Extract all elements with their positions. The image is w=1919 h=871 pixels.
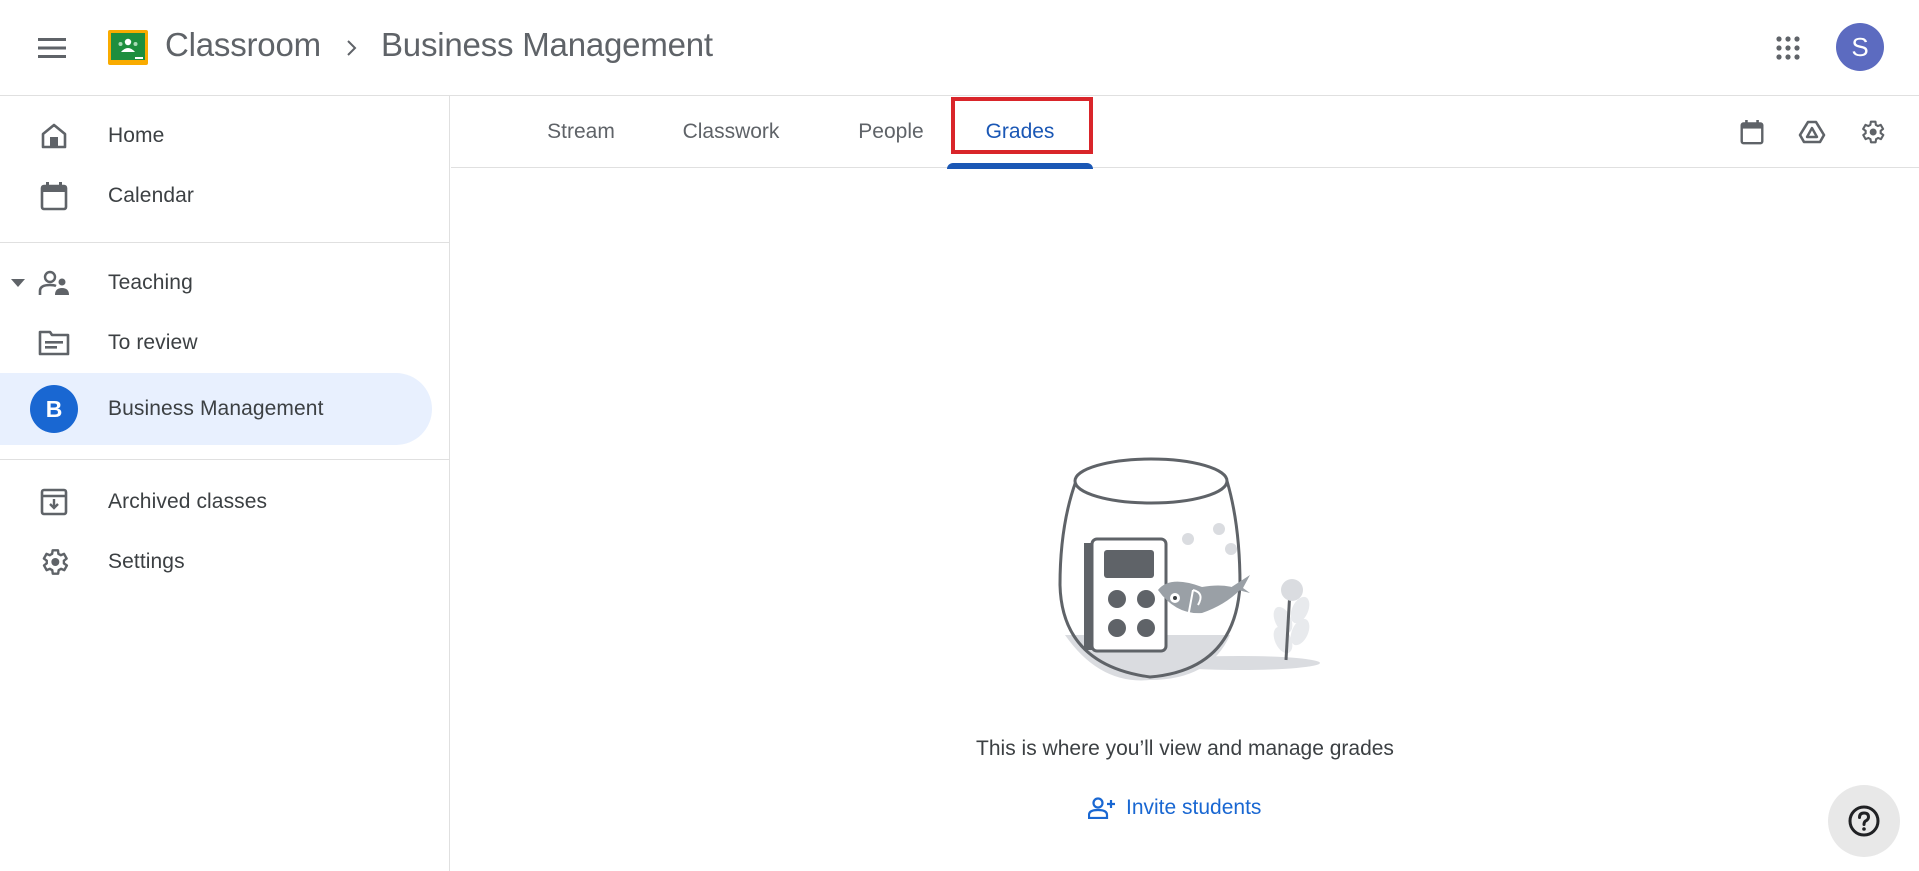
sidebar-item-calendar[interactable]: Calendar [0, 160, 432, 232]
google-drive-button[interactable] [1788, 108, 1836, 156]
active-tab-indicator [947, 163, 1093, 169]
account-initial: S [1851, 31, 1869, 62]
breadcrumb-class-name[interactable]: Business Management [381, 26, 713, 64]
help-button[interactable] [1828, 785, 1900, 857]
expand-caret-icon[interactable] [9, 274, 27, 292]
tab-grades[interactable]: Grades [947, 96, 1093, 169]
app-name[interactable]: Classroom [165, 26, 321, 64]
calendar-button[interactable] [1728, 108, 1776, 156]
help-question-icon [1848, 805, 1880, 837]
tab-label: Stream [547, 120, 615, 143]
sidebar-divider [0, 459, 450, 460]
class-avatar-initial: B [45, 395, 63, 422]
app-header: Classroom Business Management S [0, 0, 1919, 96]
fishbowl-calculator-illustration [1058, 457, 1320, 681]
invite-students-button[interactable]: Invite students [1088, 792, 1261, 824]
chevron-right-icon [340, 30, 364, 66]
google-drive-icon [1798, 120, 1826, 144]
tab-stream[interactable]: Stream [521, 96, 641, 168]
archive-icon [36, 484, 72, 520]
tab-people[interactable]: People [831, 96, 951, 168]
class-settings-gear-icon [1862, 120, 1885, 144]
invite-students-label: Invite students [1126, 796, 1262, 819]
google-apps-grid-icon [1776, 36, 1800, 60]
tab-classwork[interactable]: Classwork [656, 96, 806, 168]
empty-state-message: This is where you’ll view and manage gra… [976, 737, 1394, 760]
sidebar-item-label: Settings [108, 550, 185, 573]
tab-label: Classwork [682, 120, 780, 143]
sidebar-item-label: Home [108, 124, 165, 147]
sidebar-item-to-review[interactable]: To review [0, 307, 432, 379]
sidebar: Home Calendar Teaching To review B Busin… [0, 96, 450, 871]
classroom-logo-icon[interactable] [108, 30, 148, 65]
sidebar-item-business-management[interactable]: B Business Management [0, 373, 432, 445]
sidebar-item-label: Calendar [108, 184, 195, 207]
main-menu-button[interactable] [28, 24, 76, 72]
settings-gear-icon [36, 544, 72, 580]
calendar-icon [1740, 120, 1764, 145]
sidebar-item-label: Archived classes [108, 490, 268, 513]
sidebar-item-label: To review [108, 331, 198, 354]
sidebar-item-settings[interactable]: Settings [0, 526, 432, 598]
account-avatar[interactable]: S [1836, 23, 1884, 71]
sidebar-divider [0, 242, 450, 243]
to-review-folder-icon [36, 325, 72, 361]
home-icon [36, 118, 72, 154]
sidebar-item-label: Teaching [108, 271, 193, 294]
tab-label: People [858, 120, 924, 143]
tab-label: Grades [985, 120, 1055, 143]
class-tab-bar: Stream Classwork People Grades [451, 96, 1919, 169]
class-avatar: B [30, 385, 78, 433]
class-settings-button[interactable] [1848, 108, 1896, 156]
google-apps-button[interactable] [1764, 24, 1812, 72]
sidebar-item-label: Business Management [108, 397, 324, 420]
teaching-people-icon [36, 265, 72, 301]
calendar-icon [36, 178, 72, 214]
hamburger-menu-icon [38, 38, 66, 58]
person-add-icon [1088, 793, 1118, 823]
